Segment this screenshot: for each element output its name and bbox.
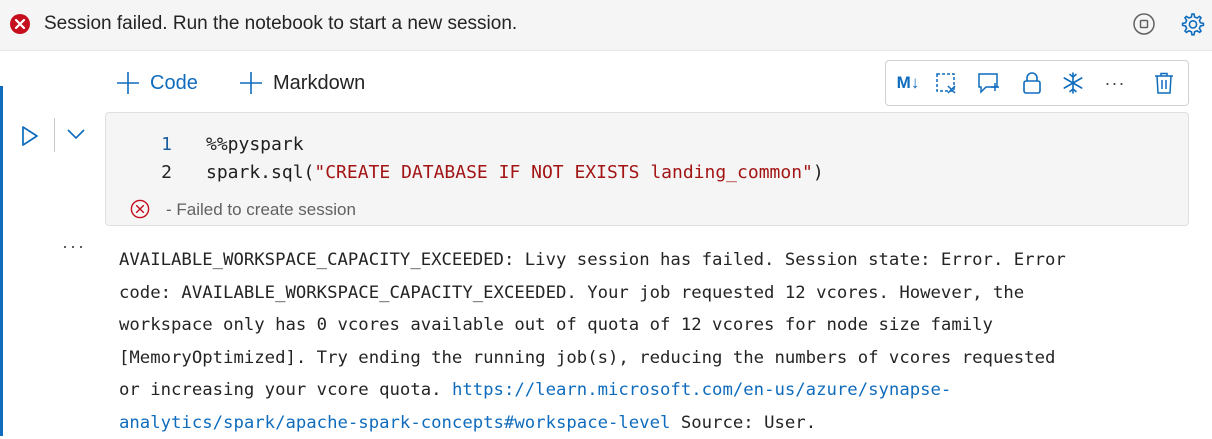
output-line: or increasing your vcore quota. <box>119 380 452 400</box>
output-line: AVAILABLE_WORKSPACE_CAPACITY_EXCEEDED: L… <box>119 250 1066 270</box>
markdown-toggle-icon[interactable]: M↓ <box>892 69 924 97</box>
docs-link-cont[interactable]: analytics/spark/apache-spark-concepts#wo… <box>119 413 670 433</box>
run-divider <box>54 118 55 152</box>
add-code-button[interactable]: Code <box>116 67 198 99</box>
code-line[interactable]: %%pyspark <box>206 134 304 155</box>
error-circle-icon <box>10 14 30 34</box>
output-source: Source: User. <box>670 412 817 433</box>
add-code-label: Code <box>150 71 198 94</box>
output-more-icon[interactable]: ··· <box>62 236 86 257</box>
cell-output: AVAILABLE_WORKSPACE_CAPACITY_EXCEEDED: L… <box>119 244 1189 439</box>
delete-icon[interactable] <box>1150 69 1178 97</box>
add-markdown-label: Markdown <box>273 71 366 94</box>
string-literal: "CREATE DATABASE IF NOT EXISTS landing_c… <box>314 162 813 183</box>
cell-status: - Failed to create session <box>166 200 356 219</box>
code-cell[interactable]: 1 %%pyspark 2 spark.sql("CREATE DATABASE… <box>105 112 1189 226</box>
plus-icon <box>240 72 262 94</box>
chevron-down-icon[interactable] <box>66 126 86 142</box>
output-line: code: AVAILABLE_WORKSPACE_CAPACITY_EXCEE… <box>119 282 1025 303</box>
lock-icon[interactable] <box>1018 69 1046 97</box>
docs-link[interactable]: https://learn.microsoft.com/en-us/azure/… <box>452 380 951 400</box>
add-comment-icon[interactable] <box>976 69 1004 97</box>
code-line[interactable]: spark.sql("CREATE DATABASE IF NOT EXISTS… <box>206 162 824 183</box>
stop-session-icon[interactable] <box>1132 12 1156 36</box>
plus-icon <box>117 72 139 94</box>
code-token: spark.sql( <box>206 162 315 183</box>
output-line: [MemoryOptimized]. Try ending the runnin… <box>119 347 1056 368</box>
run-cell-icon[interactable] <box>20 124 40 148</box>
code-token: ) <box>812 162 824 183</box>
line-number: 2 <box>161 162 172 183</box>
more-icon[interactable]: ··· <box>1101 69 1129 97</box>
add-markdown-button[interactable]: Markdown <box>239 67 365 99</box>
error-status-icon <box>130 199 150 219</box>
cell-toolbar: M↓ ··· <box>885 60 1189 106</box>
active-cell-indicator <box>0 86 3 436</box>
output-line: workspace only has 0 vcores available ou… <box>119 315 993 335</box>
error-message: Session failed. Run the notebook to star… <box>44 13 518 34</box>
error-banner: Session failed. Run the notebook to star… <box>0 0 1212 51</box>
freeze-icon[interactable] <box>1059 69 1087 97</box>
gear-icon[interactable] <box>1180 11 1206 37</box>
line-number: 1 <box>161 134 172 155</box>
clear-output-icon[interactable] <box>933 69 961 97</box>
